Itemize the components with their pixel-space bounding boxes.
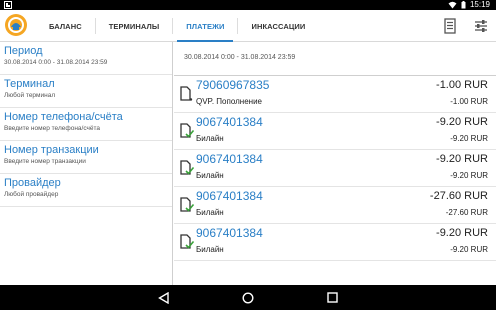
tab-terminals[interactable]: ТЕРМИНАЛЫ (96, 10, 173, 42)
tab-bar: БАЛАНС ТЕРМИНАЛЫ ПЛАТЕЖИ ИНКАССАЦИИ (36, 10, 318, 42)
provider-name: Билайн (196, 245, 224, 254)
wifi-icon (448, 1, 457, 9)
amount-secondary: -9.20 RUR (450, 171, 488, 180)
document-check-icon (180, 160, 194, 175)
provider-name: Билайн (196, 134, 224, 143)
transaction-row[interactable]: 9067401384 Билайн -9.20 RUR -9.20 RUR (174, 224, 496, 261)
filter-title: Период (4, 45, 43, 57)
recent-apps-button[interactable] (320, 285, 344, 310)
tab-label: ИНКАССАЦИИ (251, 21, 306, 31)
app-bar-actions (444, 10, 488, 42)
tab-collections[interactable]: ИНКАССАЦИИ (238, 10, 318, 42)
amount: -1.00 RUR (436, 79, 488, 91)
amount-secondary: -9.20 RUR (450, 134, 488, 143)
account-number: 9067401384 (196, 115, 263, 129)
account-number: 9067401384 (196, 226, 263, 240)
provider-name: QVP. Пополнение (196, 97, 262, 106)
tab-balance[interactable]: БАЛАНС (36, 10, 95, 42)
notification-icon (4, 1, 12, 9)
tab-label: ПЛАТЕЖИ (186, 21, 225, 31)
filter-period[interactable]: Период 30.08.2014 0:00 - 31.08.2014 23:5… (0, 42, 172, 75)
recent-apps-icon (326, 292, 338, 303)
filter-value: Любой провайдер (4, 191, 59, 198)
app-bar: БАЛАНС ТЕРМИНАЛЫ ПЛАТЕЖИ ИНКАССАЦИИ (0, 10, 496, 42)
transaction-row[interactable]: 9067401384 Билайн -9.20 RUR -9.20 RUR (174, 150, 496, 187)
filters-panel: Период 30.08.2014 0:00 - 31.08.2014 23:5… (0, 42, 173, 285)
tab-payments[interactable]: ПЛАТЕЖИ (173, 10, 237, 42)
account-number: 9067401384 (196, 189, 263, 203)
filter-value: Любой терминал (4, 92, 56, 99)
provider-name: Билайн (196, 171, 224, 180)
document-check-icon (180, 234, 194, 249)
document-check-icon (180, 123, 194, 138)
amount-secondary: -9.20 RUR (450, 245, 488, 254)
filter-settings-icon[interactable] (474, 19, 488, 33)
filter-value: 30.08.2014 0:00 - 31.08.2014 23:59 (4, 59, 108, 66)
battery-icon (461, 1, 466, 9)
filter-value: Введите номер транзакции (4, 158, 86, 165)
back-button[interactable] (151, 285, 175, 310)
clock: 15:19 (469, 0, 490, 9)
back-icon (157, 291, 169, 304)
navigation-bar (0, 285, 496, 310)
provider-name: Билайн (196, 208, 224, 217)
amount-secondary: -1.00 RUR (450, 97, 488, 106)
filter-phone-account[interactable]: Номер телефона/счёта Введите номер телеф… (0, 108, 172, 141)
filter-title: Номер телефона/счёта (4, 111, 123, 123)
amount: -9.20 RUR (436, 227, 488, 239)
account-number: 9067401384 (196, 152, 263, 166)
account-number: 79060967835 (196, 78, 270, 92)
transaction-row[interactable]: 9067401384 Билайн -27.60 RUR -27.60 RUR (174, 187, 496, 224)
document-pending-icon (180, 86, 193, 101)
amount-secondary: -27.60 RUR (445, 208, 488, 217)
payments-list: 30.08.2014 0:00 - 31.08.2014 23:59 79060… (174, 42, 496, 285)
list-view-icon[interactable] (444, 18, 456, 34)
filter-transaction-number[interactable]: Номер транзакции Введите номер транзакци… (0, 141, 172, 174)
filter-value: Введите номер телефона/счёта (4, 125, 101, 132)
amount: -27.60 RUR (429, 190, 488, 202)
filter-provider[interactable]: Провайдер Любой провайдер (0, 174, 172, 207)
amount: -9.20 RUR (436, 116, 488, 128)
home-icon (242, 291, 254, 304)
home-button[interactable] (236, 285, 260, 310)
transaction-row[interactable]: 9067401384 Билайн -9.20 RUR -9.20 RUR (174, 113, 496, 150)
transaction-row[interactable]: 79060967835 QVP. Пополнение -1.00 RUR -1… (174, 76, 496, 113)
filter-title: Терминал (4, 78, 55, 90)
tab-label: БАЛАНС (49, 21, 82, 31)
amount: -9.20 RUR (436, 153, 488, 165)
filter-title: Провайдер (4, 177, 61, 189)
status-bar: 15:19 (0, 0, 496, 10)
document-check-icon (180, 197, 194, 212)
tab-label: ТЕРМИНАЛЫ (108, 21, 160, 31)
app-logo-icon[interactable] (4, 13, 28, 37)
date-range-header: 30.08.2014 0:00 - 31.08.2014 23:59 (174, 42, 496, 76)
filter-title: Номер транзакции (4, 144, 99, 156)
filter-terminal[interactable]: Терминал Любой терминал (0, 75, 172, 108)
